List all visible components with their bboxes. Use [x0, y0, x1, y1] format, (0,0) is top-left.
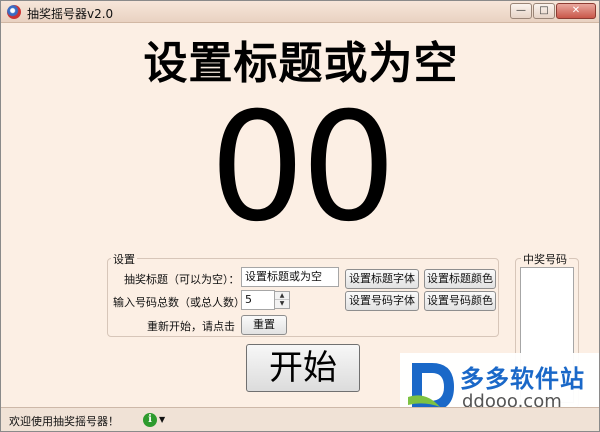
reset-button[interactable]: 重置	[241, 315, 287, 335]
status-bar: 欢迎使用抽奖摇号器！ i ▼	[1, 407, 599, 431]
total-count-input[interactable]: 5	[241, 290, 275, 310]
window-title: 抽奖摇号器v2.0	[27, 7, 114, 21]
total-count-stepper[interactable]: ▲ ▼	[274, 291, 290, 309]
set-title-color-button[interactable]: 设置标题颜色	[424, 269, 496, 289]
watermark-name: 多多软件站	[460, 365, 585, 393]
set-title-font-button[interactable]: 设置标题字体	[345, 269, 419, 289]
settings-legend: 设置	[111, 251, 137, 267]
stepper-up-icon[interactable]: ▲	[275, 292, 289, 300]
app-icon	[7, 5, 21, 19]
start-button[interactable]: 开始	[246, 344, 360, 392]
title-input[interactable]: 设置标题或为空	[241, 267, 339, 287]
main-window: 抽奖摇号器v2.0 — □ ✕ 设置标题或为空 00 设置 抽奖标题（可以为空）…	[0, 0, 600, 432]
restart-label: 重新开始，请点击	[147, 320, 235, 333]
status-text: 欢迎使用抽奖摇号器！	[9, 415, 119, 428]
stepper-down-icon[interactable]: ▼	[275, 300, 289, 308]
lottery-number-display: 00	[209, 81, 397, 255]
minimize-button[interactable]: —	[510, 3, 532, 19]
close-button[interactable]: ✕	[556, 3, 596, 19]
title-bar[interactable]: 抽奖摇号器v2.0 — □ ✕	[1, 1, 599, 23]
set-number-font-button[interactable]: 设置号码字体	[345, 291, 419, 311]
title-field-label: 抽奖标题（可以为空）：	[124, 273, 240, 286]
maximize-button[interactable]: □	[533, 3, 555, 19]
info-icon[interactable]: i	[143, 413, 157, 427]
total-field-label: 输入号码总数（或总人数）：	[113, 296, 251, 309]
chevron-down-icon[interactable]: ▼	[159, 413, 165, 427]
winners-legend: 中奖号码	[521, 251, 569, 267]
set-number-color-button[interactable]: 设置号码颜色	[424, 291, 496, 311]
